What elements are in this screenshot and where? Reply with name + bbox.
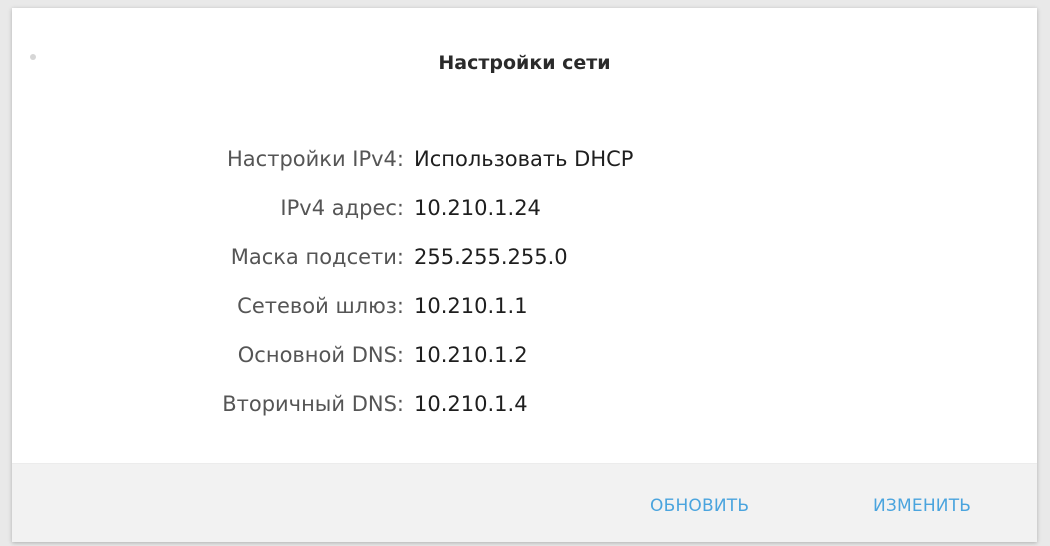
setting-row-ipv4-mode: Настройки IPv4: Использовать DHCP [12,147,1037,196]
setting-value: 10.210.1.4 [414,392,528,416]
setting-label: IPv4 адрес: [280,196,404,220]
setting-row-subnet-mask: Маска подсети: 255.255.255.0 [12,245,1037,294]
network-settings-dialog: Настройки сети Настройки IPv4: Использов… [12,8,1037,542]
setting-row-ipv4-address: IPv4 адрес: 10.210.1.24 [12,196,1037,245]
setting-row-secondary-dns: Вторичный DNS: 10.210.1.4 [12,392,1037,441]
setting-value: 10.210.1.2 [414,343,528,367]
setting-value: Использовать DHCP [414,147,634,171]
setting-label: Сетевой шлюз: [237,294,404,318]
dialog-title: Настройки сети [438,52,611,74]
edit-button[interactable]: ИЗМЕНИТЬ [873,496,971,516]
setting-value: 255.255.255.0 [414,245,568,269]
setting-label: Основной DNS: [237,343,404,367]
setting-label: Настройки IPv4: [227,147,404,171]
settings-list: Настройки IPv4: Использовать DHCP IPv4 а… [12,147,1037,441]
refresh-button[interactable]: ОБНОВИТЬ [650,496,749,516]
setting-row-primary-dns: Основной DNS: 10.210.1.2 [12,343,1037,392]
setting-row-gateway: Сетевой шлюз: 10.210.1.1 [12,294,1037,343]
setting-value: 10.210.1.24 [414,196,541,220]
setting-value: 10.210.1.1 [414,294,528,318]
setting-label: Маска подсети: [230,245,404,269]
setting-label: Вторичный DNS: [222,392,404,416]
dialog-footer: ОБНОВИТЬ ИЗМЕНИТЬ [12,463,1037,542]
